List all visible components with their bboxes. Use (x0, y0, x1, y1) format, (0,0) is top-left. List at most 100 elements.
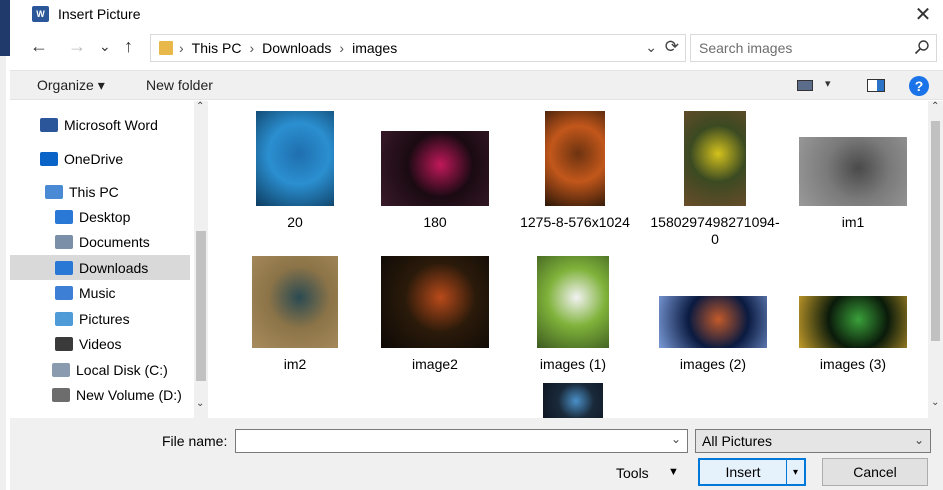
image-thumbnail (381, 256, 489, 348)
file-name-label: images (2) (679, 356, 747, 372)
address-dropdown-icon[interactable]: ⌄ (645, 39, 657, 56)
navigation-pane: Microsoft Word OneDrive This PC Desktop Docu… (10, 101, 208, 418)
tools-dropdown-icon[interactable]: ▼ (668, 466, 679, 478)
up-arrow-icon[interactable]: ↑ (124, 36, 133, 57)
preview-pane-icon[interactable] (867, 79, 885, 92)
window-title: Insert Picture (58, 6, 141, 22)
file-item[interactable]: 1580297498271094-0 (650, 111, 780, 248)
breadcrumb-downloads[interactable]: Downloads (262, 40, 331, 56)
file-item[interactable]: 20 (230, 111, 360, 231)
file-list-scrollbar[interactable]: ⌃ ⌄ (928, 101, 943, 418)
file-item[interactable]: im2 (230, 256, 360, 373)
file-item[interactable]: im1 (788, 137, 918, 231)
sidebar-item-onedrive[interactable]: OneDrive (10, 146, 190, 171)
file-item[interactable]: image2 (370, 256, 500, 373)
cancel-button[interactable]: Cancel (822, 458, 928, 486)
recent-locations-icon[interactable]: ⌄ (99, 38, 111, 55)
scroll-up-icon[interactable]: ⌃ (931, 101, 939, 112)
file-name-field[interactable]: ⌄ (235, 429, 688, 453)
address-bar[interactable]: › This PC › Downloads › images ⌄ ⟳ (150, 34, 686, 62)
breadcrumb-images[interactable]: images (352, 40, 397, 56)
image-thumbnail (799, 296, 907, 348)
word-app-icon: W (32, 6, 49, 22)
sidebar-item-videos[interactable]: Videos (10, 331, 190, 356)
file-type-filter[interactable]: All Pictures ⌄ (695, 429, 931, 453)
sidebar-item-label: Music (79, 284, 116, 301)
sidebar-item-label: Microsoft Word (64, 116, 158, 133)
sidebar-item-this-pc[interactable]: This PC (10, 179, 190, 204)
sidebar-item-downloads[interactable]: Downloads (10, 255, 190, 280)
new-folder-button[interactable]: New folder (146, 77, 213, 93)
close-icon[interactable]: ✕ (911, 2, 935, 27)
insert-button[interactable]: Insert ▾ (698, 458, 806, 486)
search-input[interactable] (699, 38, 899, 58)
sidebar-item-documents[interactable]: Documents (10, 229, 190, 254)
scroll-up-icon[interactable]: ⌃ (196, 101, 204, 112)
sidebar-item-label: Local Disk (C:) (76, 361, 168, 378)
window-edge-lower (0, 56, 6, 490)
insert-options-dropdown-icon[interactable]: ▾ (786, 460, 804, 484)
search-icon[interactable] (914, 39, 930, 55)
organize-button[interactable]: Organize ▾ (37, 77, 105, 94)
file-name-label: im2 (283, 356, 307, 372)
file-item[interactable]: images (2) (648, 296, 778, 373)
image-thumbnail (545, 111, 605, 206)
scroll-down-icon[interactable]: ⌄ (196, 398, 204, 409)
file-name-input[interactable] (240, 432, 660, 450)
file-item[interactable]: 1275-8-576x1024 (510, 111, 640, 231)
forward-arrow-icon[interactable]: → (68, 36, 86, 57)
file-item[interactable]: images (1) (508, 256, 638, 373)
drive-icon (52, 387, 70, 402)
help-icon[interactable]: ? (909, 76, 929, 96)
refresh-icon[interactable]: ⟳ (665, 37, 679, 57)
chevron-down-icon: ⌄ (913, 433, 924, 447)
back-arrow-icon[interactable]: ← (30, 36, 48, 57)
sidebar-item-new-volume-d[interactable]: New Volume (D:) (10, 382, 190, 407)
scrollbar-thumb[interactable] (931, 121, 940, 341)
documents-icon (55, 234, 73, 249)
scrollbar-thumb[interactable] (196, 231, 206, 381)
file-type-filter-value: All Pictures (702, 433, 773, 449)
dialog-footer: File name: ⌄ All Pictures ⌄ Tools ▼ Inse… (10, 418, 943, 490)
drive-icon (52, 362, 70, 377)
image-thumbnail (799, 137, 907, 206)
change-view-icon[interactable] (797, 80, 813, 91)
image-thumbnail (543, 383, 603, 418)
sidebar-item-microsoft-word[interactable]: Microsoft Word (10, 112, 190, 137)
file-name-label: 180 (423, 214, 447, 230)
view-options-dropdown-icon[interactable]: ▾ (825, 77, 831, 90)
search-box[interactable] (690, 34, 937, 62)
file-item[interactable] (508, 383, 638, 418)
image-thumbnail (381, 131, 489, 206)
sidebar-item-local-disk-c[interactable]: Local Disk (C:) (10, 357, 190, 382)
file-item[interactable]: images (3) (788, 296, 918, 373)
file-name-dropdown-icon[interactable]: ⌄ (671, 432, 681, 446)
command-toolbar: Organize ▾ New folder ▾ ? (10, 70, 943, 100)
file-name-label: im1 (841, 214, 865, 230)
navigation-scrollbar[interactable]: ⌃ ⌄ (194, 101, 208, 418)
pc-icon (45, 184, 63, 199)
breadcrumb-separator-icon: › (179, 40, 184, 56)
breadcrumb-separator-icon: › (339, 40, 345, 56)
sidebar-item-label: Downloads (79, 259, 149, 276)
downloads-icon (55, 260, 73, 275)
scroll-down-icon[interactable]: ⌄ (931, 397, 939, 408)
tools-button[interactable]: Tools (616, 465, 649, 481)
file-name-label: 1580297498271094-0 (650, 214, 780, 247)
sidebar-item-pictures[interactable]: Pictures (10, 306, 190, 331)
breadcrumb-separator-icon: › (249, 40, 255, 56)
sidebar-item-music[interactable]: Music (10, 280, 190, 305)
file-item[interactable]: 180 (370, 131, 500, 231)
breadcrumb-this-pc[interactable]: This PC (192, 40, 242, 56)
sidebar-item-label: Documents (79, 233, 150, 250)
folder-icon (159, 41, 173, 55)
sidebar-item-label: New Volume (D:) (76, 386, 182, 403)
file-name-label: 1275-8-576x1024 (520, 214, 630, 230)
image-thumbnail (252, 256, 338, 348)
word-icon (40, 117, 58, 132)
file-name-label: images (3) (819, 356, 887, 372)
sidebar-item-desktop[interactable]: Desktop (10, 204, 190, 229)
sidebar-item-label: OneDrive (64, 150, 124, 167)
image-thumbnail (659, 296, 767, 348)
sidebar-item-label: Desktop (79, 208, 131, 225)
